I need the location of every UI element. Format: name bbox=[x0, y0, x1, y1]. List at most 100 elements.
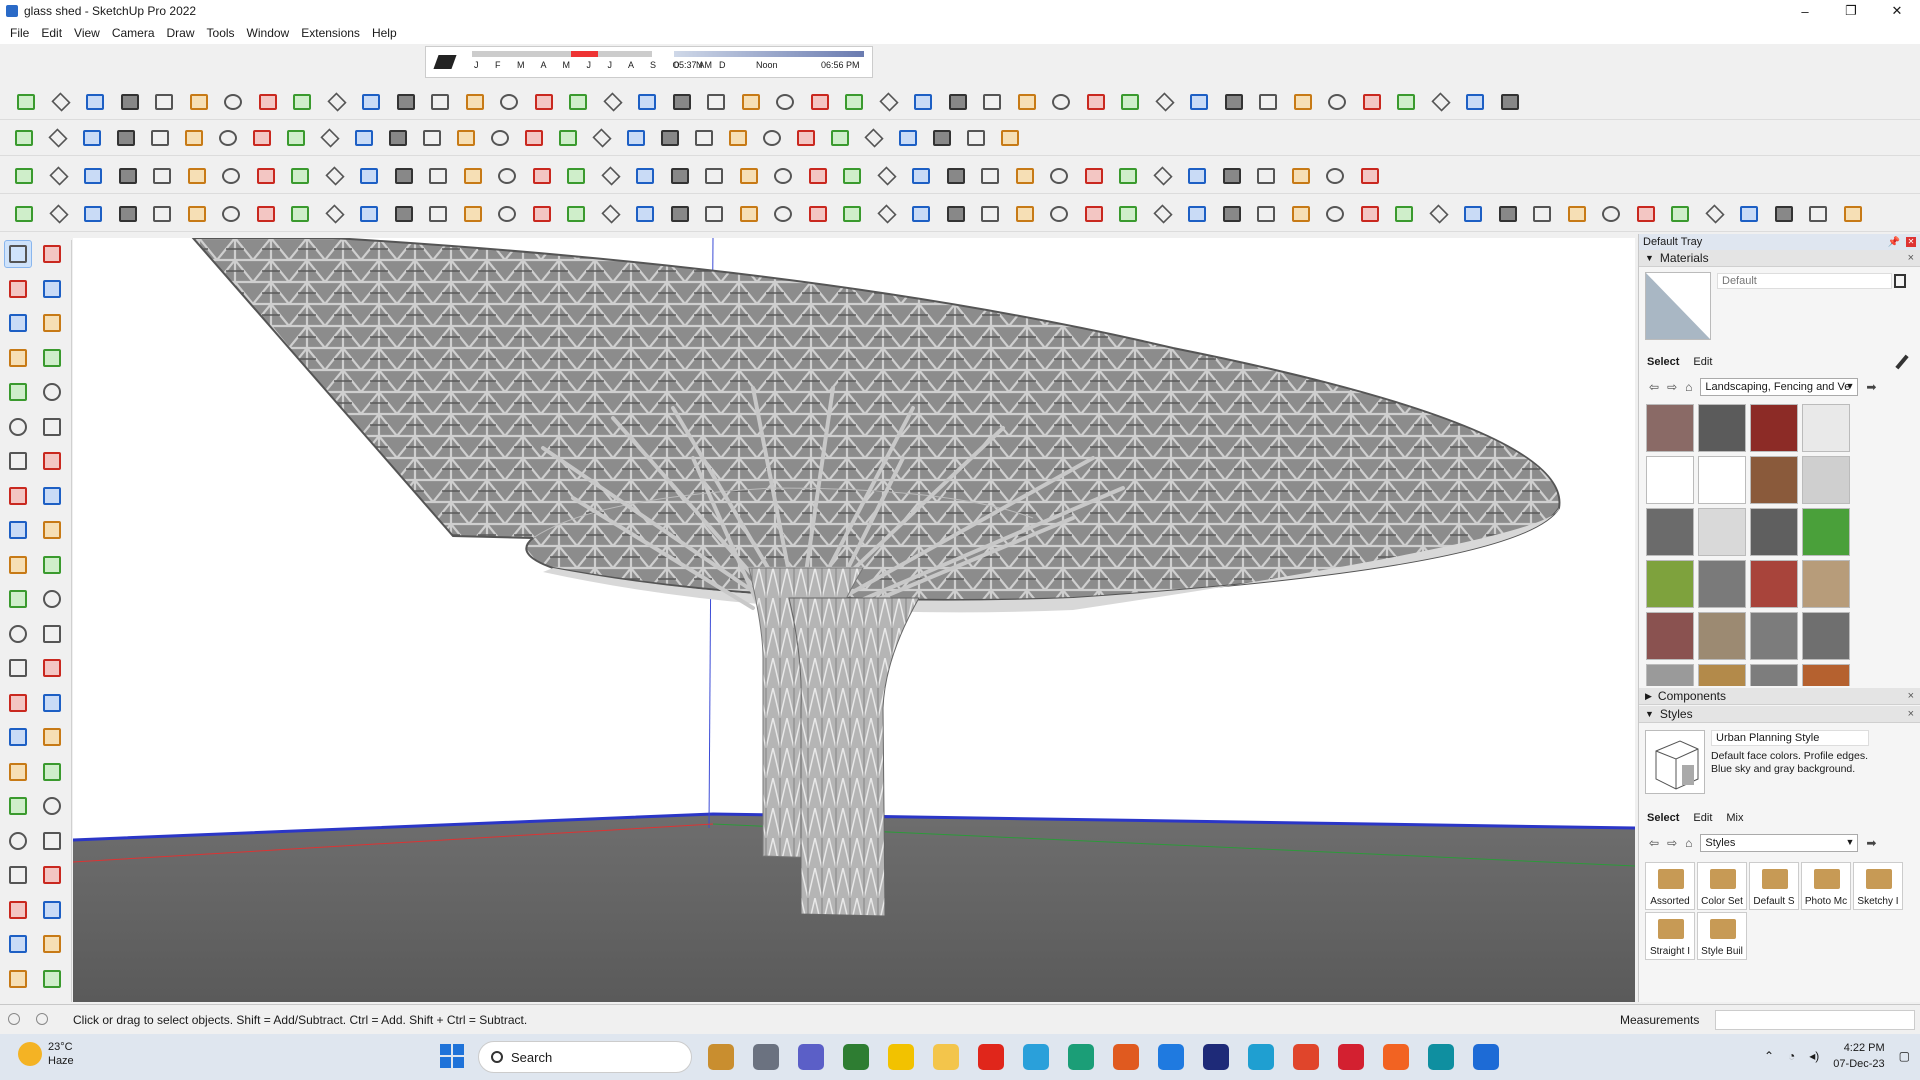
toolbar-tool-icon[interactable] bbox=[670, 90, 694, 114]
toolbar-tool-icon[interactable] bbox=[49, 90, 73, 114]
toolbar-tool-icon[interactable] bbox=[495, 164, 519, 188]
soundcloud-icon[interactable] bbox=[1383, 1044, 1409, 1070]
toolbar-tool-icon[interactable] bbox=[1047, 202, 1071, 226]
telegram-icon[interactable] bbox=[1023, 1044, 1049, 1070]
drawing-tool-icon[interactable] bbox=[4, 896, 32, 924]
style-folder[interactable]: Default S bbox=[1749, 862, 1799, 910]
minimize-button[interactable]: – bbox=[1782, 0, 1828, 22]
drawing-tool-icon[interactable] bbox=[4, 654, 32, 682]
drawing-tool-icon[interactable] bbox=[38, 344, 66, 372]
toolbar-tool-icon[interactable] bbox=[980, 90, 1004, 114]
style-description[interactable]: Default face colors. Profile edges. Blue… bbox=[1711, 750, 1871, 776]
toolbar-tool-icon[interactable] bbox=[81, 202, 105, 226]
toolbar-tool-icon[interactable] bbox=[806, 202, 830, 226]
drawing-tool-icon[interactable] bbox=[4, 378, 32, 406]
toolbar-tool-icon[interactable] bbox=[116, 202, 140, 226]
toolbar-tool-icon[interactable] bbox=[1429, 90, 1453, 114]
components-section-header[interactable]: ▶ Components × bbox=[1639, 688, 1920, 705]
drawing-tool-icon[interactable] bbox=[4, 689, 32, 717]
toolbar-tool-icon[interactable] bbox=[875, 164, 899, 188]
back-arrow-icon[interactable]: ⇦ bbox=[1649, 836, 1659, 850]
teams-icon[interactable] bbox=[798, 1044, 824, 1070]
material-swatch[interactable] bbox=[1750, 612, 1798, 660]
toolbar-tool-icon[interactable] bbox=[386, 126, 410, 150]
toolbar-tool-icon[interactable] bbox=[1220, 164, 1244, 188]
drawing-tool-icon[interactable] bbox=[4, 758, 32, 786]
toolbar-tool-icon[interactable] bbox=[930, 126, 954, 150]
toolbar-tool-icon[interactable] bbox=[590, 126, 614, 150]
material-swatch[interactable] bbox=[1646, 664, 1694, 686]
material-swatch[interactable] bbox=[1750, 560, 1798, 608]
material-swatch[interactable] bbox=[1698, 456, 1746, 504]
toolbar-tool-icon[interactable] bbox=[1841, 202, 1865, 226]
toolbar-tool-icon[interactable] bbox=[1013, 164, 1037, 188]
toolbar-tool-icon[interactable] bbox=[83, 90, 107, 114]
drawing-tool-icon[interactable] bbox=[38, 275, 66, 303]
drawing-tool-icon[interactable] bbox=[38, 896, 66, 924]
material-swatch[interactable] bbox=[1750, 508, 1798, 556]
toolbar-tool-icon[interactable] bbox=[148, 126, 172, 150]
toolbar-tool-icon[interactable] bbox=[254, 202, 278, 226]
toolbar-tool-icon[interactable] bbox=[1668, 202, 1692, 226]
toolbar-tool-icon[interactable] bbox=[668, 164, 692, 188]
toolbar-tool-icon[interactable] bbox=[47, 202, 71, 226]
vm-app-icon[interactable] bbox=[753, 1044, 779, 1070]
toolbar-tool-icon[interactable] bbox=[150, 202, 174, 226]
toolbar-tool-icon[interactable] bbox=[564, 164, 588, 188]
info-icon[interactable] bbox=[36, 1013, 48, 1025]
drawing-tool-icon[interactable] bbox=[4, 516, 32, 544]
menu-tools[interactable]: Tools bbox=[201, 26, 241, 40]
toolbar-tool-icon[interactable] bbox=[359, 90, 383, 114]
toolbar-tool-icon[interactable] bbox=[187, 90, 211, 114]
material-swatch[interactable] bbox=[1646, 404, 1694, 452]
details-arrow-icon[interactable]: ➡ bbox=[1866, 380, 1876, 394]
toolbar-tool-icon[interactable] bbox=[633, 164, 657, 188]
back-arrow-icon[interactable]: ⇦ bbox=[1649, 380, 1659, 394]
toolbar-tool-icon[interactable] bbox=[877, 90, 901, 114]
toolbar-tool-icon[interactable] bbox=[114, 126, 138, 150]
toolbar-tool-icon[interactable] bbox=[12, 126, 36, 150]
opera-icon[interactable] bbox=[978, 1044, 1004, 1070]
toolbar-tool-icon[interactable] bbox=[497, 90, 521, 114]
shadow-toggle-icon[interactable] bbox=[433, 55, 457, 69]
toolbar-tool-icon[interactable] bbox=[426, 202, 450, 226]
drawing-tool-icon[interactable] bbox=[38, 930, 66, 958]
toolbar-tool-icon[interactable] bbox=[840, 164, 864, 188]
toolbar-tool-icon[interactable] bbox=[14, 90, 38, 114]
material-swatch[interactable] bbox=[1646, 456, 1694, 504]
material-swatch[interactable] bbox=[1802, 560, 1850, 608]
menu-edit[interactable]: Edit bbox=[35, 26, 68, 40]
components-close-icon[interactable]: × bbox=[1908, 690, 1914, 702]
toolbar-tool-icon[interactable] bbox=[219, 164, 243, 188]
toolbar-tool-icon[interactable] bbox=[702, 202, 726, 226]
toolbar-tool-icon[interactable] bbox=[522, 126, 546, 150]
toolbar-tool-icon[interactable] bbox=[185, 164, 209, 188]
material-name-field[interactable] bbox=[1717, 273, 1892, 289]
toolbar-tool-icon[interactable] bbox=[1599, 202, 1623, 226]
eyedropper-icon[interactable] bbox=[1895, 354, 1909, 370]
toolbar-tool-icon[interactable] bbox=[1289, 202, 1313, 226]
toolbar-tool-icon[interactable] bbox=[998, 126, 1022, 150]
toolbar-tool-icon[interactable] bbox=[896, 126, 920, 150]
drawing-tool-icon[interactable] bbox=[4, 861, 32, 889]
material-swatch[interactable] bbox=[1802, 664, 1850, 686]
toolbar-tool-icon[interactable] bbox=[1151, 164, 1175, 188]
toolbar-tool-icon[interactable] bbox=[1185, 202, 1209, 226]
toolbar-tool-icon[interactable] bbox=[1185, 164, 1209, 188]
toolbar-tool-icon[interactable] bbox=[1323, 202, 1347, 226]
toolbar-tool-icon[interactable] bbox=[946, 90, 970, 114]
toolbar-tool-icon[interactable] bbox=[150, 164, 174, 188]
toolbar-tool-icon[interactable] bbox=[944, 164, 968, 188]
start-button[interactable] bbox=[440, 1044, 464, 1068]
toolbar-tool-icon[interactable] bbox=[1461, 202, 1485, 226]
toolbar-tool-icon[interactable] bbox=[1118, 90, 1142, 114]
toolbar-tool-icon[interactable] bbox=[288, 202, 312, 226]
toolbar-tool-icon[interactable] bbox=[624, 126, 648, 150]
toolbar-tool-icon[interactable] bbox=[737, 164, 761, 188]
file-manager-icon[interactable] bbox=[708, 1044, 734, 1070]
toolbar-tool-icon[interactable] bbox=[773, 90, 797, 114]
style-folder[interactable]: Sketchy I bbox=[1853, 862, 1903, 910]
toolbar-tool-icon[interactable] bbox=[1013, 202, 1037, 226]
weather-widget[interactable]: 23°C Haze bbox=[18, 1040, 74, 1068]
menu-window[interactable]: Window bbox=[241, 26, 296, 40]
